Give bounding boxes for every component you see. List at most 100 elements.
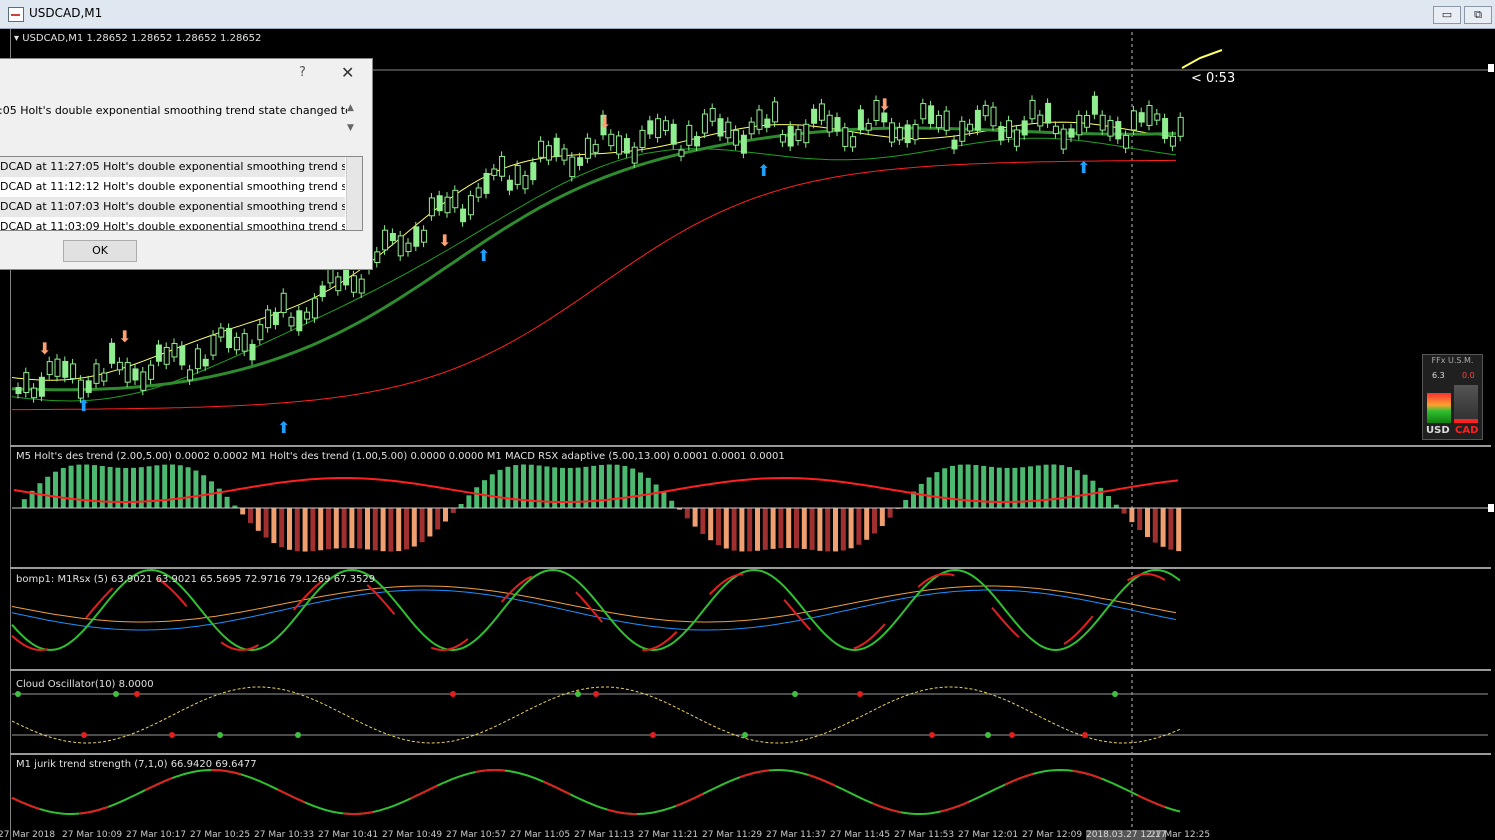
cloud-signal-dot — [929, 732, 935, 738]
histogram-bar — [271, 508, 277, 544]
candle-body — [483, 172, 490, 194]
candle-body — [1162, 118, 1169, 139]
histogram-bar — [263, 508, 269, 538]
candle-body — [514, 165, 521, 185]
candle-body — [15, 387, 22, 395]
histogram-bar — [1121, 508, 1127, 514]
histogram-bar — [240, 508, 246, 515]
cloud-signal-dot — [575, 691, 581, 697]
histogram-bar — [60, 467, 66, 508]
histogram-bar — [349, 508, 355, 549]
histogram-bar — [762, 508, 768, 550]
histogram-bar — [926, 477, 932, 508]
histogram-bar — [458, 503, 464, 508]
histogram-bar — [809, 508, 815, 550]
ok-button[interactable]: OK — [63, 240, 137, 262]
histogram-bar — [856, 508, 862, 545]
candle-body — [1029, 99, 1036, 120]
histogram-bar — [1059, 465, 1065, 508]
cloud-pane-title: Cloud Oscillator(10) 8.0000 — [16, 679, 154, 690]
pane-separator[interactable] — [10, 567, 1491, 569]
histogram-bar — [513, 465, 519, 508]
histogram-bar — [76, 464, 82, 508]
candle-body — [694, 136, 701, 147]
time-axis-label: 27 Mar 11:21 — [638, 830, 699, 840]
candle-body — [912, 123, 919, 141]
cloud-signal-dot — [650, 732, 656, 738]
close-button[interactable]: ✕ — [341, 63, 354, 82]
candle-body — [889, 122, 896, 143]
time-axis-label: 27 Mar 11:13 — [574, 830, 635, 840]
candle-body — [974, 109, 981, 131]
histogram-bar — [786, 508, 792, 549]
histogram-bar — [497, 469, 503, 508]
candle-body — [1115, 121, 1122, 140]
list-item[interactable]: DCAD at 11:07:03 Holt's double exponenti… — [0, 197, 345, 217]
histogram-bar — [645, 477, 651, 508]
histogram-bar — [365, 508, 370, 550]
histogram-bar — [287, 508, 292, 550]
time-axis-label: 27 Mar 11:37 — [766, 830, 827, 840]
candle-body — [928, 105, 935, 124]
candle-body — [85, 380, 92, 393]
histogram-bar — [864, 508, 870, 540]
time-axis-label: 27 Mar 11:29 — [702, 830, 763, 840]
candle-body — [1154, 113, 1161, 121]
list-scrollbar[interactable] — [346, 157, 362, 230]
candle-body — [545, 145, 552, 161]
candle-body — [538, 140, 545, 158]
candle-body — [467, 195, 474, 216]
sell-arrow-icon: ⬇ — [118, 327, 131, 346]
help-button[interactable]: ? — [299, 65, 306, 80]
candle-body — [834, 117, 841, 132]
candle-body — [163, 346, 170, 365]
histogram-bar — [466, 495, 472, 508]
candle-body — [998, 126, 1005, 141]
histogram-bar — [396, 508, 402, 552]
candle-body — [826, 114, 833, 133]
histogram-bar — [840, 508, 846, 551]
candle-body — [967, 123, 974, 132]
candle-body — [709, 107, 716, 122]
pane-separator[interactable] — [10, 669, 1491, 671]
histogram-bar — [1168, 508, 1174, 550]
candle-body — [233, 336, 240, 351]
cloud-signal-dot — [113, 691, 119, 697]
histogram-bar — [918, 483, 924, 508]
histogram-bar — [388, 508, 394, 552]
level-marker — [1488, 504, 1494, 512]
candle-body — [1091, 95, 1098, 115]
histogram-bar — [716, 508, 721, 546]
histogram-bar — [630, 468, 636, 508]
list-item[interactable]: DCAD at 11:12:12 Holt's double exponenti… — [0, 177, 345, 197]
base-strength-bar — [1427, 393, 1451, 423]
histogram-bar — [333, 508, 339, 549]
list-item[interactable]: DCAD at 11:27:05 Holt's double exponenti… — [0, 157, 345, 177]
histogram-bar — [1145, 508, 1150, 537]
time-axis-label: 27 Mar 12:01 — [958, 830, 1019, 840]
histogram-bar — [372, 508, 378, 551]
sell-arrow-icon: ⬇ — [598, 113, 611, 132]
candle-body — [772, 101, 779, 123]
candle-body — [896, 127, 903, 141]
histogram-bar — [521, 464, 526, 508]
candle-body — [272, 311, 279, 325]
histogram-bar — [950, 465, 955, 508]
holt-pane-title: M5 Holt's des trend (2.00,5.00) 0.0002 0… — [16, 451, 785, 462]
pane-separator[interactable] — [10, 753, 1491, 755]
message-scroll-arrows[interactable]: ▲ ▼ — [347, 103, 361, 151]
histogram-bar — [380, 508, 386, 552]
candle-body — [397, 235, 404, 257]
candle-body — [1169, 135, 1176, 147]
pane-separator[interactable] — [10, 445, 1491, 447]
candle-body — [740, 134, 747, 154]
alert-history-list[interactable]: DCAD at 11:27:05 Holt's double exponenti… — [0, 156, 363, 231]
cloud-signal-dot — [1009, 732, 1015, 738]
histogram-bar — [817, 508, 823, 551]
sell-arrow-icon: ⬇ — [438, 231, 451, 250]
buy-arrow-icon: ⬆ — [477, 246, 490, 265]
candle-body — [1084, 114, 1091, 128]
candle-body — [62, 360, 69, 378]
list-item[interactable]: DCAD at 11:03:09 Holt's double exponenti… — [0, 217, 345, 230]
candle-body — [990, 106, 997, 127]
